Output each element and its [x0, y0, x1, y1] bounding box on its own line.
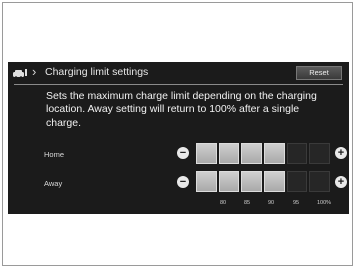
home-decrease-button[interactable]: − [177, 147, 189, 159]
scale-label-90: 90 [268, 200, 275, 206]
slider-segment-empty [286, 171, 308, 192]
slider-segment-filled [196, 143, 217, 164]
page-title: Charging limit settings [45, 66, 149, 78]
away-decrease-button[interactable]: − [177, 176, 189, 188]
slider-segment-empty [309, 171, 331, 192]
slider-segment-filled [241, 143, 263, 164]
header: › Charging limit settings Reset [8, 62, 349, 83]
slider-segment-filled [218, 143, 240, 164]
description-text: Sets the maximum charge limit depending … [46, 90, 317, 129]
scale-label-100: 100% [317, 200, 332, 206]
chevron-right-icon: › [32, 64, 37, 79]
scale-label-85: 85 [244, 200, 251, 206]
slider-segment-empty [309, 143, 331, 164]
slider-segment-filled [264, 171, 285, 192]
charging-limit-screen: › Charging limit settings Reset Sets the… [8, 62, 349, 214]
reset-button[interactable]: Reset [296, 66, 342, 80]
slider-segment-filled [196, 171, 217, 192]
slider-segment-filled [264, 143, 285, 164]
away-limit-slider[interactable] [196, 171, 331, 192]
slider-segment-filled [218, 171, 240, 192]
scale-label-80: 80 [220, 200, 227, 206]
scale-label-95: 95 [293, 200, 300, 206]
away-label: Away [44, 179, 63, 188]
away-increase-button[interactable]: + [335, 176, 347, 188]
divider [14, 84, 343, 85]
slider-segment-filled [241, 171, 263, 192]
home-label: Home [44, 150, 65, 159]
home-increase-button[interactable]: + [335, 147, 347, 159]
car-charge-icon [13, 69, 27, 79]
home-limit-slider[interactable] [196, 143, 331, 164]
slider-segment-empty [286, 143, 308, 164]
